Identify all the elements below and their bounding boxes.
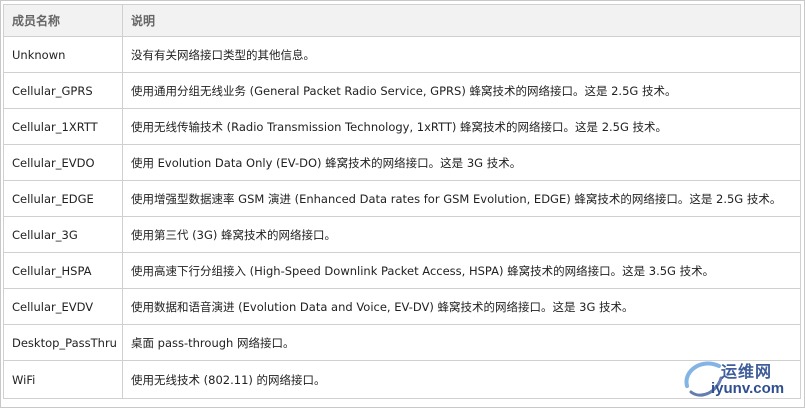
table-row: WiFi 使用无线技术 (802.11) 的网络接口。 bbox=[3, 360, 801, 399]
table-row: Cellular_GPRS 使用通用分组无线业务 (General Packet… bbox=[3, 72, 801, 109]
member-name: Cellular_EDGE bbox=[3, 180, 123, 217]
member-description: 使用 Evolution Data Only (EV-DO) 蜂窝技术的网络接口… bbox=[122, 144, 801, 181]
member-name: WiFi bbox=[3, 360, 123, 399]
member-name: Cellular_EVDV bbox=[3, 288, 123, 325]
member-name: Desktop_PassThru bbox=[3, 324, 123, 361]
member-name: Cellular_EVDO bbox=[3, 144, 123, 181]
member-description: 使用无线传输技术 (Radio Transmission Technology,… bbox=[122, 108, 801, 145]
table-header-row: 成员名称 说明 bbox=[3, 4, 801, 37]
table-row: Cellular_1XRTT 使用无线传输技术 (Radio Transmiss… bbox=[3, 108, 801, 145]
table-row: Cellular_HSPA 使用高速下行分组接入 (High-Speed Dow… bbox=[3, 252, 801, 289]
table-row: Unknown 没有有关网络接口类型的其他信息。 bbox=[3, 36, 801, 73]
member-name: Cellular_3G bbox=[3, 216, 123, 253]
member-description: 使用高速下行分组接入 (High-Speed Downlink Packet A… bbox=[122, 252, 801, 289]
header-description: 说明 bbox=[122, 4, 801, 37]
table-row: Cellular_EVDO 使用 Evolution Data Only (EV… bbox=[3, 144, 801, 181]
member-name: Unknown bbox=[3, 36, 123, 73]
member-name: Cellular_1XRTT bbox=[3, 108, 123, 145]
members-table: 成员名称 说明 Unknown 没有有关网络接口类型的其他信息。 Cellula… bbox=[3, 4, 801, 399]
member-name: Cellular_HSPA bbox=[3, 252, 123, 289]
member-description: 使用第三代 (3G) 蜂窝技术的网络接口。 bbox=[122, 216, 801, 253]
member-description: 使用数据和语音演进 (Evolution Data and Voice, EV-… bbox=[122, 288, 801, 325]
table-row: Desktop_PassThru 桌面 pass-through 网络接口。 bbox=[3, 324, 801, 361]
header-member-name: 成员名称 bbox=[3, 4, 123, 37]
member-description: 使用通用分组无线业务 (General Packet Radio Service… bbox=[122, 72, 801, 109]
table-row: Cellular_EVDV 使用数据和语音演进 (Evolution Data … bbox=[3, 288, 801, 325]
table-row: Cellular_3G 使用第三代 (3G) 蜂窝技术的网络接口。 bbox=[3, 216, 801, 253]
member-description: 桌面 pass-through 网络接口。 bbox=[122, 324, 801, 361]
member-description: 使用增强型数据速率 GSM 演进 (Enhanced Data rates fo… bbox=[122, 180, 801, 217]
member-name: Cellular_GPRS bbox=[3, 72, 123, 109]
member-description: 使用无线技术 (802.11) 的网络接口。 bbox=[122, 360, 801, 399]
member-description: 没有有关网络接口类型的其他信息。 bbox=[122, 36, 801, 73]
table-row: Cellular_EDGE 使用增强型数据速率 GSM 演进 (Enhanced… bbox=[3, 180, 801, 217]
